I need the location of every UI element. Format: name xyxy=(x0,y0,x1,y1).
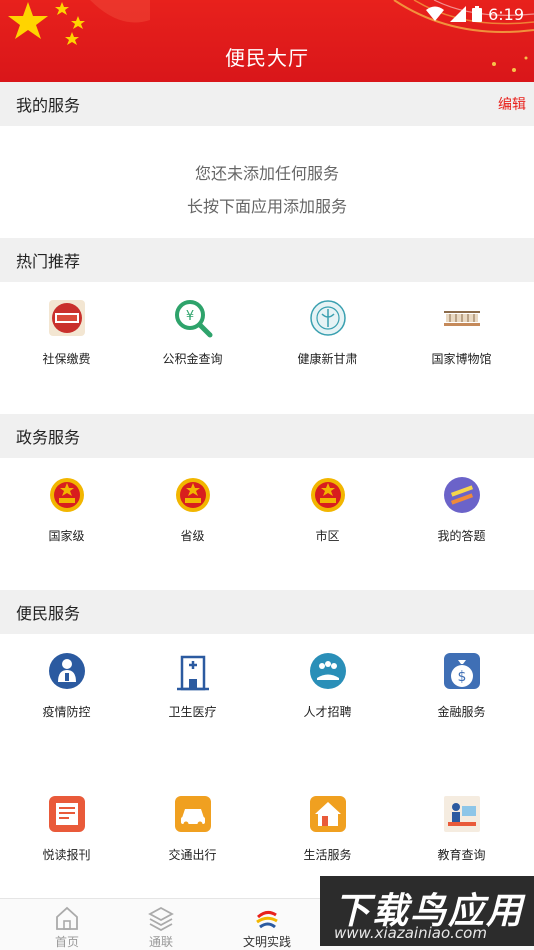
service-label: 我的答题 xyxy=(437,529,486,543)
fund-search-icon: ¥ xyxy=(174,300,212,338)
quiz-icon xyxy=(443,477,480,513)
health-gansu-icon xyxy=(309,300,346,336)
service-national-museum[interactable]: 国家博物馆 xyxy=(395,298,528,378)
national-emblem-icon xyxy=(49,478,84,512)
service-label: 社保缴费 xyxy=(42,352,91,366)
social-security-icon xyxy=(48,300,85,336)
service-label: 交通出行 xyxy=(168,848,217,862)
status-time: 6:19 xyxy=(488,4,524,24)
service-label: 生活服务 xyxy=(303,848,352,862)
service-label: 疫情防控 xyxy=(42,705,91,719)
wifi-icon xyxy=(426,6,445,21)
status-bar: 6:19 xyxy=(426,4,524,24)
empty-message-line2: 长按下面应用添加服务 xyxy=(186,197,347,216)
layers-icon xyxy=(148,906,174,931)
section-title: 便民服务 xyxy=(16,604,81,623)
app-header: 6:19 便民大厅 xyxy=(0,0,534,82)
edit-button[interactable]: 编辑 xyxy=(498,94,526,114)
svg-text:$: $ xyxy=(457,669,466,685)
home-icon xyxy=(309,796,346,832)
watermark-overlay: 下载鸟应用 www.xiazainiao.com xyxy=(320,876,534,946)
service-label: 人才招聘 xyxy=(303,705,352,719)
tab-label: 文明实践 xyxy=(242,935,291,949)
service-education[interactable]: 教育查询 xyxy=(395,794,528,874)
signal-icon xyxy=(450,6,467,22)
civilization-icon xyxy=(256,910,278,929)
epidemic-control-icon xyxy=(48,653,85,689)
education-icon xyxy=(443,796,480,832)
service-label: 教育查询 xyxy=(437,848,486,862)
national-museum-icon xyxy=(443,311,480,326)
service-label: 卫生医疗 xyxy=(168,705,217,719)
battery-icon xyxy=(472,6,483,22)
home-tab-icon xyxy=(56,906,78,930)
tab-civilization[interactable]: 文明实践 xyxy=(200,899,334,950)
empty-message-line1: 您还未添加任何服务 xyxy=(194,164,339,183)
service-label: 金融服务 xyxy=(437,705,486,719)
page-title: 便民大厅 xyxy=(225,46,309,70)
service-national-level[interactable]: 国家级 xyxy=(0,475,133,555)
national-emblem-icon xyxy=(310,478,345,512)
money-bag-icon: $ xyxy=(443,653,480,689)
service-label: 健康新甘肃 xyxy=(297,352,358,366)
service-label: 公积金查询 xyxy=(162,352,223,366)
service-label: 国家博物馆 xyxy=(431,352,492,366)
service-city-level[interactable]: 市区 xyxy=(261,475,394,555)
section-hot: 热门推荐 xyxy=(0,238,534,282)
section-people: 便民服务 xyxy=(0,590,534,634)
section-title: 政务服务 xyxy=(16,428,81,447)
service-label: 悦读报刊 xyxy=(42,848,91,862)
service-label: 省级 xyxy=(180,529,205,543)
section-title: 我的服务 xyxy=(16,96,81,115)
watermark-url: www.xiazainiao.com xyxy=(334,924,487,942)
service-finance[interactable]: $ 金融服务 xyxy=(395,651,528,731)
service-traffic[interactable]: 交通出行 xyxy=(126,794,259,874)
section-title: 热门推荐 xyxy=(16,252,81,271)
service-social-security[interactable]: 社保缴费 xyxy=(0,298,133,378)
national-emblem-icon xyxy=(175,478,210,512)
service-my-quiz[interactable]: 我的答题 xyxy=(395,475,528,555)
recruitment-icon xyxy=(309,653,346,689)
service-label: 国家级 xyxy=(48,529,85,543)
service-health-gansu[interactable]: 健康新甘肃 xyxy=(261,298,394,378)
service-hospital[interactable]: 卫生医疗 xyxy=(126,651,259,731)
service-newspaper[interactable]: 悦读报刊 xyxy=(0,794,133,874)
car-icon xyxy=(174,796,211,832)
service-province-level[interactable]: 省级 xyxy=(126,475,259,555)
service-fund-search[interactable]: ¥ 公积金查询 xyxy=(126,298,259,378)
newspaper-icon xyxy=(48,796,85,832)
svg-text:¥: ¥ xyxy=(185,309,193,324)
service-label: 市区 xyxy=(315,529,340,543)
service-recruitment[interactable]: 人才招聘 xyxy=(261,651,394,731)
hospital-icon xyxy=(176,655,209,691)
section-my-services: 我的服务 编辑 xyxy=(0,82,534,126)
section-gov: 政务服务 xyxy=(0,414,534,458)
service-life[interactable]: 生活服务 xyxy=(261,794,394,874)
service-epidemic-control[interactable]: 疫情防控 xyxy=(0,651,133,731)
